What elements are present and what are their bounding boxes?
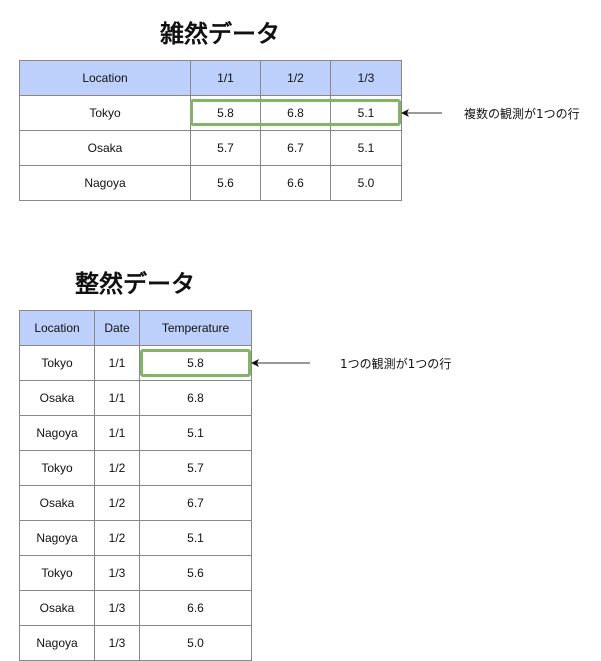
- messy-arrow: [401, 109, 442, 117]
- tidy-arrow: [251, 359, 310, 367]
- arrows: [251, 109, 442, 367]
